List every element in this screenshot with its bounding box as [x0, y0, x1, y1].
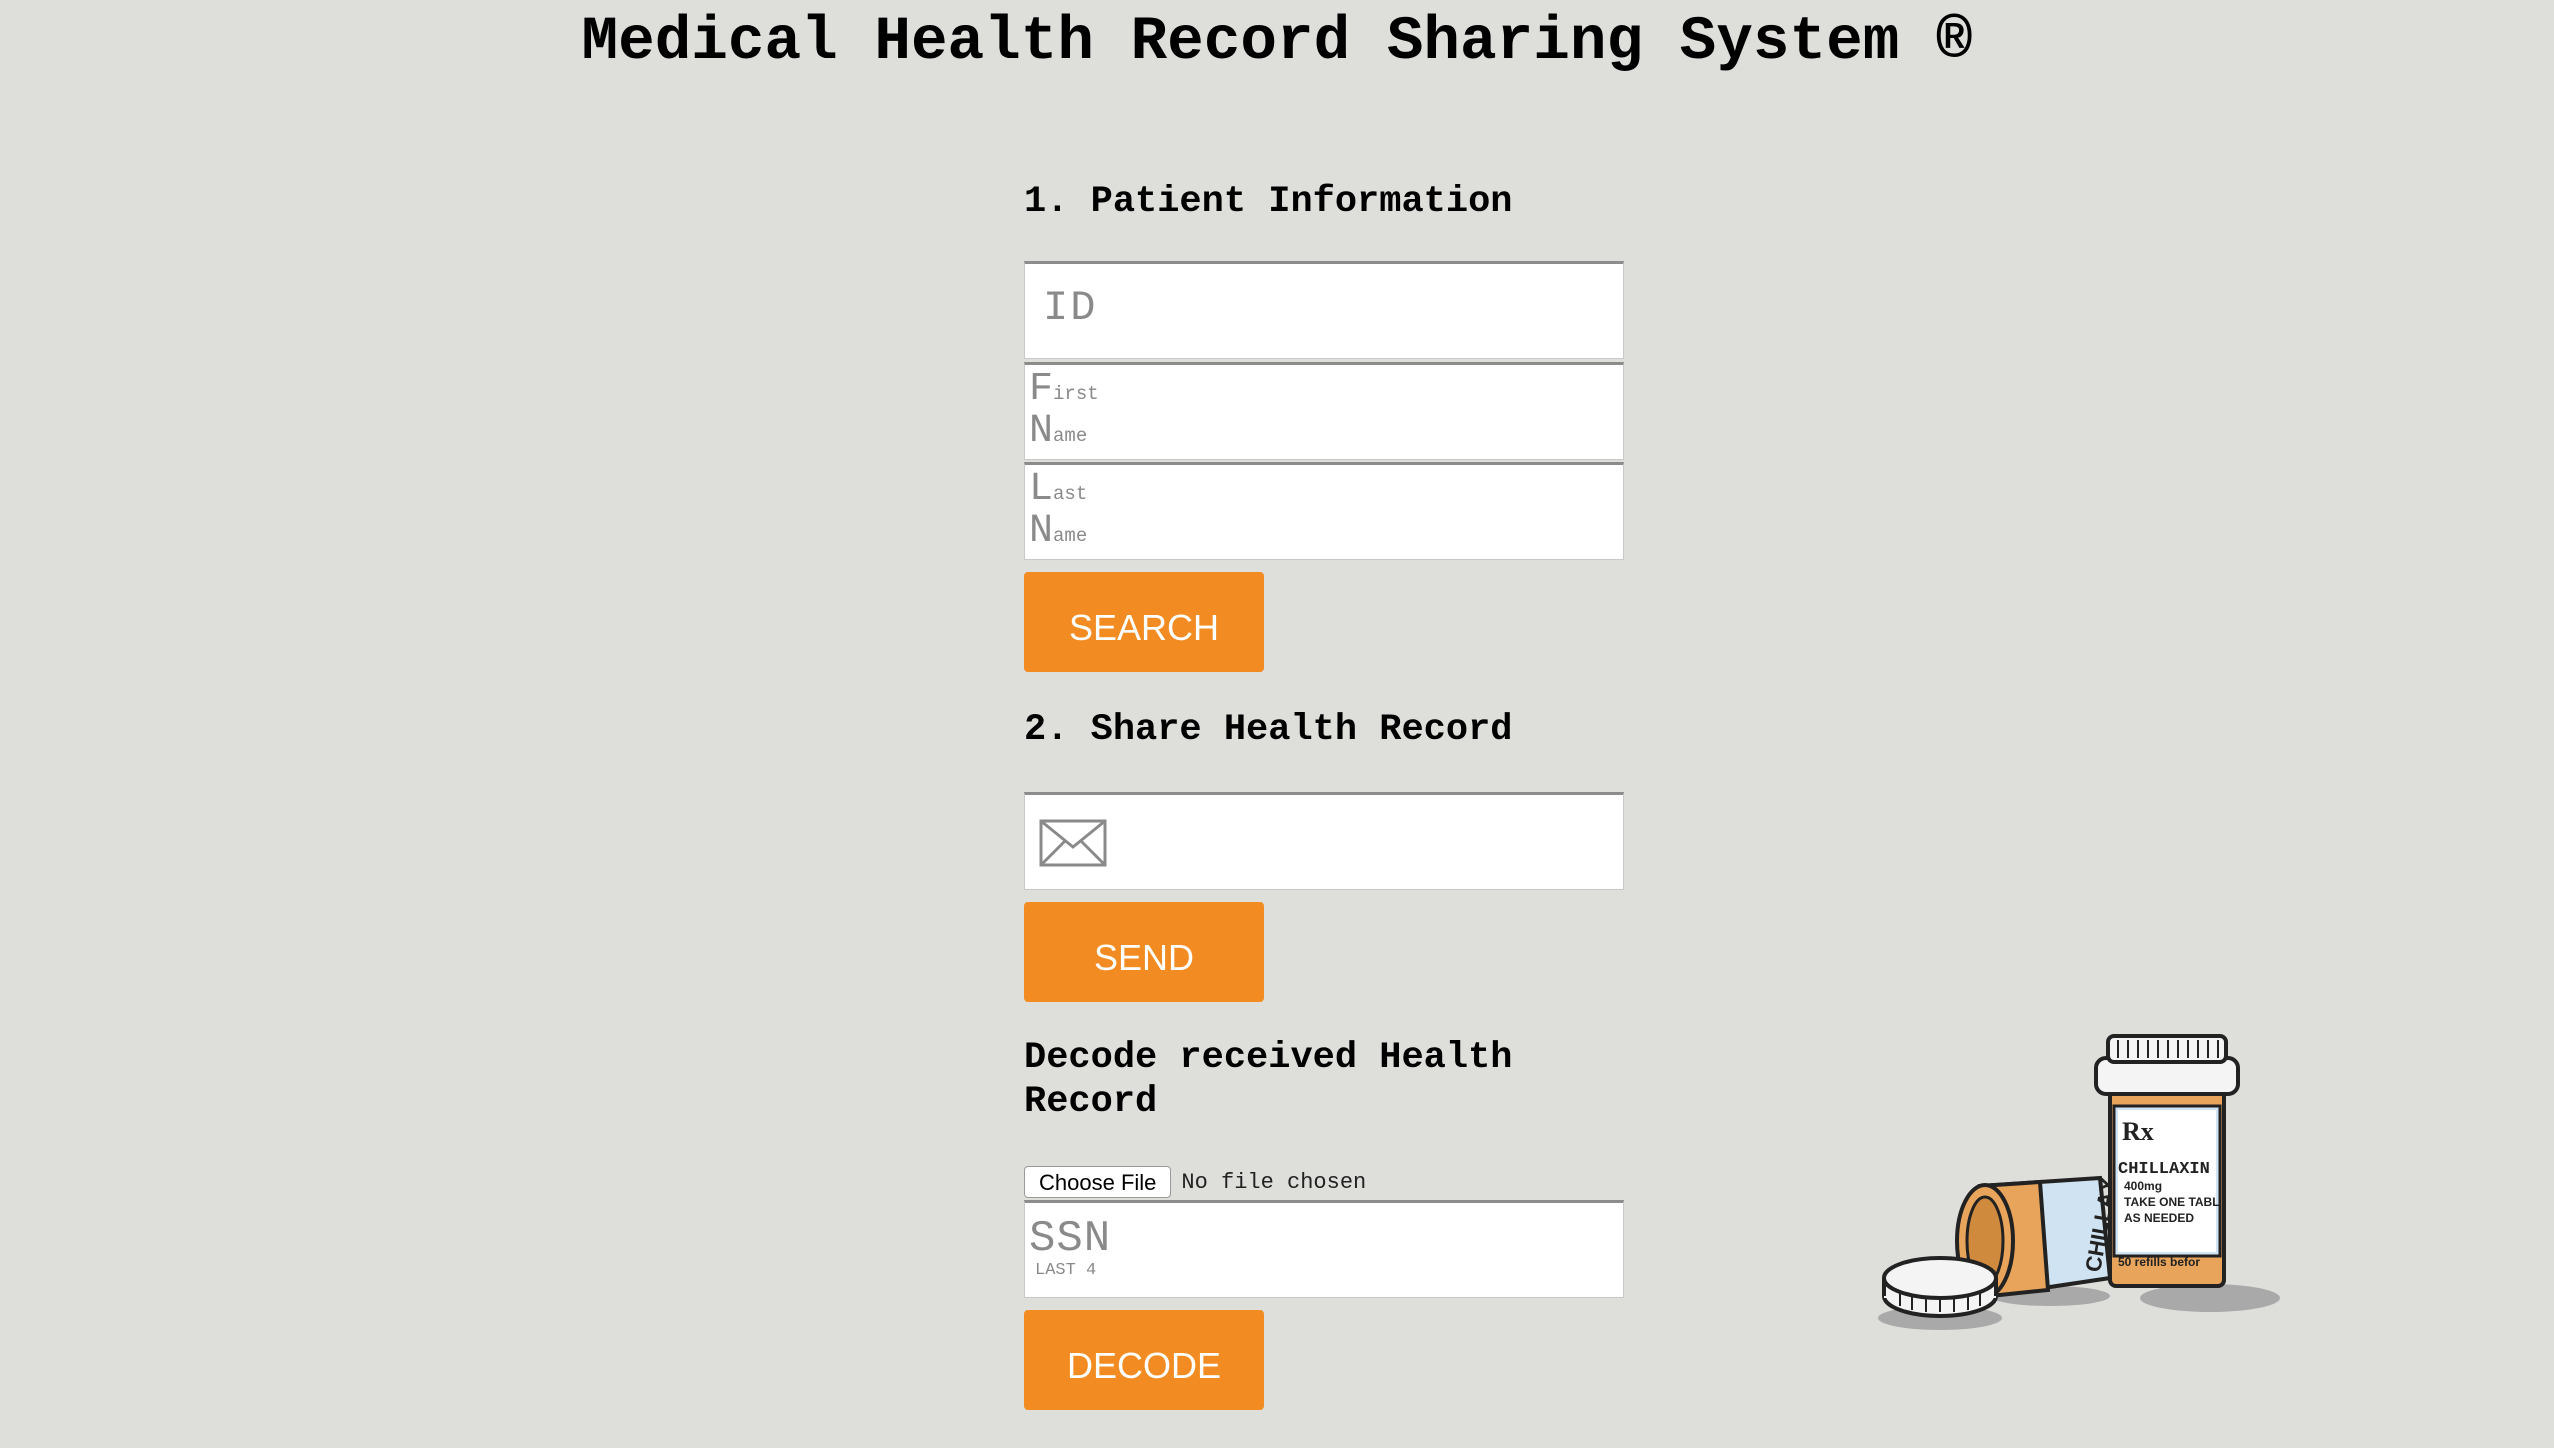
rx-symbol: Rx	[2122, 1117, 2154, 1146]
label-brand: CHILLAXIN	[2118, 1160, 2210, 1179]
patient-info-heading: 1. Patient Information	[1024, 181, 1513, 223]
label-dose: 400mg	[2124, 1179, 2162, 1193]
last-name-input[interactable]: Last Name	[1024, 462, 1624, 560]
first-name-placeholder-line1: First	[1029, 367, 1099, 412]
label-line2: AS NEEDED	[2124, 1211, 2194, 1225]
page-title: Medical Health Record Sharing System ®	[581, 8, 1973, 77]
first-name-placeholder-line2: Name	[1029, 409, 1088, 454]
loose-cap	[1882, 1256, 1998, 1318]
upright-bottle: Rx CHILLAXIN 400mg TAKE ONE TABL AS NEED…	[2094, 1034, 2240, 1288]
send-button[interactable]: SEND	[1024, 902, 1264, 1002]
bottle-shadow	[2140, 1284, 2280, 1312]
pill-bottles-illustration: CHILLAX Rx CHILLAXIN 400mg TAKE ONE TABL…	[1878, 1034, 2280, 1330]
last-name-placeholder-line2: Name	[1029, 509, 1088, 554]
first-name-input[interactable]: First Name	[1024, 362, 1624, 460]
file-status-text: No file chosen	[1181, 1169, 1367, 1195]
id-placeholder: ID	[1043, 284, 1098, 332]
ssn-input[interactable]: SSN LAST 4	[1024, 1200, 1624, 1298]
ssn-placeholder-hint: LAST 4	[1035, 1261, 1097, 1280]
decode-button[interactable]: DECODE	[1024, 1310, 1264, 1410]
decode-record-heading: Decode received Health Record	[1024, 1037, 1513, 1123]
email-input[interactable]	[1024, 792, 1624, 890]
choose-file-button[interactable]: Choose File	[1024, 1166, 1172, 1198]
patient-id-input[interactable]: ID	[1024, 261, 1624, 359]
label-refills: 50 refills befor	[2118, 1255, 2200, 1269]
last-name-placeholder-line1: Last	[1029, 467, 1088, 512]
file-picker: Choose File No file chosen	[1024, 1165, 1366, 1199]
ssn-placeholder: SSN	[1029, 1214, 1112, 1264]
label-line1: TAKE ONE TABL	[2124, 1195, 2220, 1209]
search-button[interactable]: SEARCH	[1024, 572, 1264, 672]
share-record-heading: 2. Share Health Record	[1024, 709, 1513, 751]
envelope-icon	[1039, 819, 1107, 867]
